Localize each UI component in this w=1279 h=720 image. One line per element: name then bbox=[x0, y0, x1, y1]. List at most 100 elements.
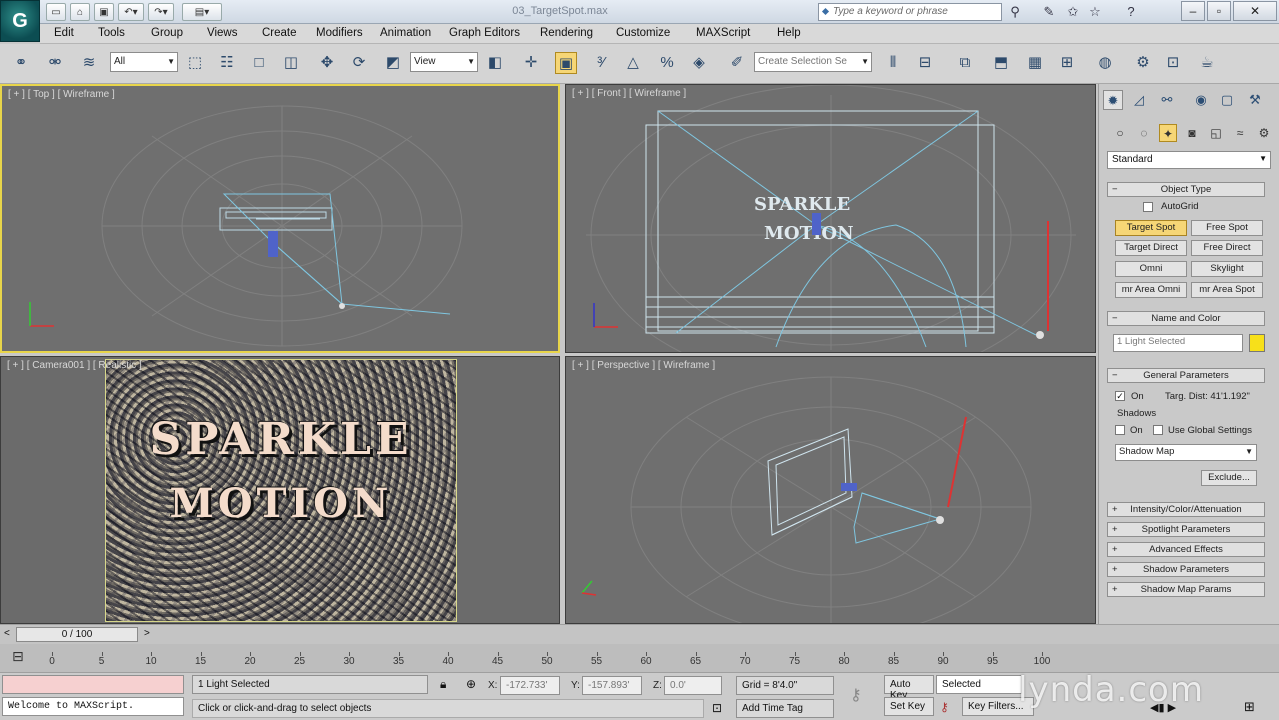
next-frame-icon[interactable]: > bbox=[144, 628, 150, 639]
set-key-icon[interactable]: ⚷ bbox=[940, 700, 949, 714]
binoculars-icon[interactable]: ⚲ bbox=[1006, 3, 1024, 21]
space-warps-icon[interactable]: ≈ bbox=[1231, 124, 1249, 142]
menu-edit[interactable]: Edit bbox=[54, 27, 74, 39]
bind-to-space-warp-icon[interactable]: ≋ bbox=[78, 52, 100, 74]
mirror-icon[interactable]: ⫴ bbox=[882, 52, 904, 74]
viewport-label[interactable]: [ + ] [ Perspective ] [ Wireframe ] bbox=[572, 360, 715, 371]
redo-icon[interactable]: ↷▾ bbox=[148, 3, 174, 21]
y-coordinate-field[interactable]: -157.893' bbox=[582, 676, 642, 695]
shadows-on-checkbox[interactable] bbox=[1115, 425, 1125, 435]
menu-maxscript[interactable]: MAXScript bbox=[696, 27, 750, 39]
rollout-intensity[interactable]: + Intensity/Color/Attenuation bbox=[1107, 502, 1265, 517]
undo-icon[interactable]: ↶▾ bbox=[118, 3, 144, 21]
angle-snap-icon[interactable]: △ bbox=[622, 52, 644, 74]
track-bar[interactable]: ⊟ 0 5 10 15 20 25 30 35 40 45 50 55 60 65 70 75 80 85 90 95… bbox=[0, 644, 1279, 672]
target-direct-button[interactable]: Target Direct bbox=[1115, 240, 1187, 256]
mr-area-omni-button[interactable]: mr Area Omni bbox=[1115, 282, 1187, 298]
create-tab-icon[interactable]: ✹ bbox=[1103, 90, 1123, 110]
use-global-settings-checkbox[interactable] bbox=[1153, 425, 1163, 435]
free-direct-button[interactable]: Free Direct bbox=[1191, 240, 1263, 256]
render-production-icon[interactable]: ☕ bbox=[1196, 52, 1218, 74]
set-key-button[interactable]: Set Key bbox=[884, 697, 934, 716]
help-icon[interactable]: ? bbox=[1122, 3, 1140, 21]
keyboard-shortcut-override-icon[interactable]: ▣ bbox=[555, 52, 577, 74]
application-menu-button[interactable]: G bbox=[0, 0, 40, 42]
maxscript-mini-listener-top[interactable] bbox=[2, 675, 184, 694]
z-coordinate-field[interactable]: 0.0' bbox=[664, 676, 722, 695]
hierarchy-tab-icon[interactable]: ⚯ bbox=[1157, 90, 1177, 110]
percent-snap-icon[interactable]: % bbox=[656, 52, 678, 74]
viewport-label[interactable]: [ + ] [ Front ] [ Wireframe ] bbox=[572, 88, 686, 99]
edit-named-selection-icon[interactable]: ✐ bbox=[726, 52, 748, 74]
rollout-shadow-map-params[interactable]: + Shadow Map Params bbox=[1107, 582, 1265, 597]
zoom-extents-icon[interactable]: ⊞ bbox=[1244, 699, 1255, 715]
auto-key-button[interactable]: Auto Key bbox=[884, 675, 934, 701]
layer-manager-icon[interactable]: ⧉ bbox=[954, 52, 976, 74]
viewport-front[interactable]: [ + ] [ Front ] [ Wireframe ] SPARKLE MO… bbox=[565, 84, 1096, 353]
viewport-label[interactable]: [ + ] [ Top ] [ Wireframe ] bbox=[8, 89, 115, 100]
helpers-icon[interactable]: ◱ bbox=[1207, 124, 1225, 142]
viewport-label[interactable]: [ + ] [ Camera001 ] [ Realistic ] bbox=[7, 360, 142, 371]
viewport-top[interactable]: [ + ] [ Top ] [ Wireframe ] bbox=[0, 84, 560, 353]
rollout-shadow-parameters[interactable]: + Shadow Parameters bbox=[1107, 562, 1265, 577]
time-slider[interactable]: 0 / 100 bbox=[16, 627, 138, 642]
rollout-general-parameters[interactable]: − General Parameters bbox=[1107, 368, 1265, 383]
selection-filter-dropdown[interactable]: All ▼ bbox=[110, 52, 178, 72]
menu-animation[interactable]: Animation bbox=[380, 27, 431, 39]
target-spot-button[interactable]: Target Spot bbox=[1115, 220, 1187, 236]
new-file-icon[interactable]: ▭ bbox=[46, 3, 66, 21]
pivot-center-icon[interactable]: ◧ bbox=[484, 52, 506, 74]
menu-create[interactable]: Create bbox=[262, 27, 297, 39]
rollout-advanced-effects[interactable]: + Advanced Effects bbox=[1107, 542, 1265, 557]
align-icon[interactable]: ⊟ bbox=[914, 52, 936, 74]
lights-icon[interactable]: ✦ bbox=[1159, 124, 1177, 142]
viewport-camera[interactable]: [ + ] [ Camera001 ] [ Realistic ] SPARKL… bbox=[0, 356, 560, 624]
reference-coordinate-dropdown[interactable]: View ▼ bbox=[410, 52, 478, 72]
schematic-view-icon[interactable]: ⊞ bbox=[1056, 52, 1078, 74]
menu-tools[interactable]: Tools bbox=[98, 27, 125, 39]
maxscript-mini-listener[interactable]: Welcome to MAXScript. bbox=[2, 697, 184, 716]
select-and-link-icon[interactable]: ⚭ bbox=[10, 52, 32, 74]
material-editor-icon[interactable]: ◍ bbox=[1094, 52, 1116, 74]
render-setup-icon[interactable]: ⚙ bbox=[1132, 52, 1154, 74]
graphite-ribbon-icon[interactable]: ⬒ bbox=[990, 52, 1012, 74]
exclude-button[interactable]: Exclude... bbox=[1201, 470, 1257, 486]
favorites-icon[interactable]: ✩ bbox=[1064, 3, 1082, 21]
minimize-button[interactable]: – bbox=[1181, 1, 1205, 21]
named-selection-dropdown[interactable]: Create Selection Se ▼ bbox=[754, 52, 872, 72]
mr-area-spot-button[interactable]: mr Area Spot bbox=[1191, 282, 1263, 298]
select-by-name-icon[interactable]: ☷ bbox=[216, 52, 238, 74]
key-mode-dropdown[interactable]: Selected bbox=[936, 675, 1022, 694]
select-and-scale-icon[interactable]: ◩ bbox=[382, 52, 404, 74]
x-coordinate-field[interactable]: -172.733' bbox=[500, 676, 560, 695]
object-category-dropdown[interactable]: Standard ▼ bbox=[1107, 151, 1271, 169]
maximize-button[interactable]: ▫ bbox=[1207, 1, 1231, 21]
select-object-icon[interactable]: ⬚ bbox=[184, 52, 206, 74]
systems-icon[interactable]: ⚙ bbox=[1255, 124, 1273, 142]
time-tag-icon[interactable]: ⊡ bbox=[712, 701, 722, 715]
search-input[interactable]: Type a keyword or phrase bbox=[818, 3, 1002, 21]
project-folder-icon[interactable]: ▤▾ bbox=[182, 3, 222, 21]
window-crossing-icon[interactable]: ◫ bbox=[280, 52, 302, 74]
spinner-snap-icon[interactable]: ◈ bbox=[688, 52, 710, 74]
rollout-spotlight-parameters[interactable]: + Spotlight Parameters bbox=[1107, 522, 1265, 537]
skylight-button[interactable]: Skylight bbox=[1191, 261, 1263, 277]
menu-graph-editors[interactable]: Graph Editors bbox=[449, 27, 520, 39]
lock-selection-icon[interactable]: 🔒︎ bbox=[440, 677, 446, 692]
shapes-icon[interactable]: ◌ bbox=[1135, 124, 1153, 142]
viewport-perspective[interactable]: [ + ] [ Perspective ] [ Wireframe ] bbox=[565, 356, 1096, 624]
autogrid-checkbox[interactable] bbox=[1143, 202, 1153, 212]
omni-button[interactable]: Omni bbox=[1115, 261, 1187, 277]
display-tab-icon[interactable]: ▢ bbox=[1217, 90, 1237, 110]
object-name-field[interactable]: 1 Light Selected bbox=[1113, 334, 1243, 352]
light-on-checkbox[interactable]: ✓ bbox=[1115, 391, 1125, 401]
motion-tab-icon[interactable]: ◉ bbox=[1191, 90, 1211, 110]
rollout-name-and-color[interactable]: − Name and Color bbox=[1107, 311, 1265, 326]
previous-frame-icon[interactable]: < bbox=[4, 628, 10, 639]
unlink-selection-icon[interactable]: ⚮ bbox=[44, 52, 66, 74]
menu-views[interactable]: Views bbox=[207, 27, 237, 39]
open-file-icon[interactable]: ⌂ bbox=[70, 3, 90, 21]
select-and-move-icon[interactable]: ✥ bbox=[316, 52, 338, 74]
curve-editor-icon[interactable]: ▦ bbox=[1024, 52, 1046, 74]
modify-tab-icon[interactable]: ◿ bbox=[1129, 90, 1149, 110]
